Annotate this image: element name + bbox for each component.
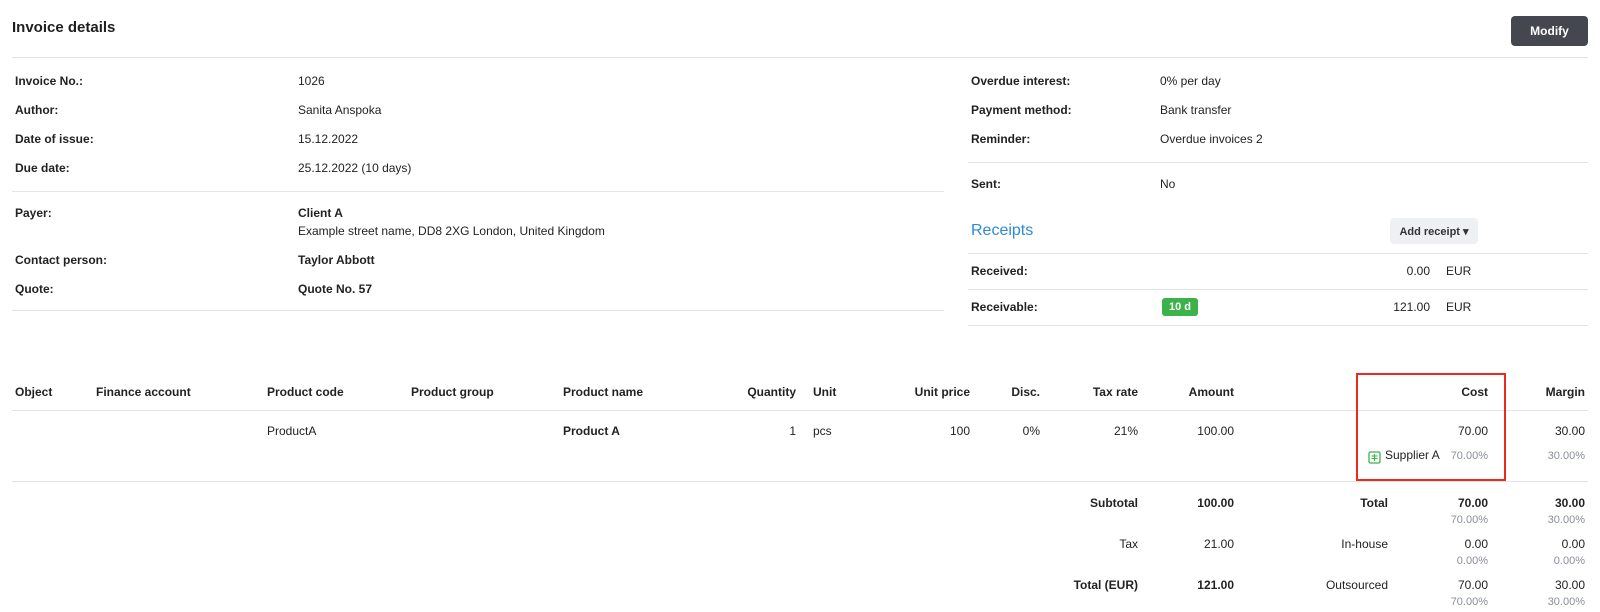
add-receipt-button[interactable]: Add receipt ▾: [1390, 218, 1478, 244]
margin-total-value: 30.00: [1554, 496, 1585, 510]
col-header-unit-price[interactable]: Unit price: [880, 385, 970, 399]
payer-name: Client A: [298, 206, 343, 220]
margin-outsourced-value: 30.00: [1554, 578, 1585, 592]
payment-method-label: Payment method:: [971, 103, 1072, 117]
row-margin: 30.00: [1554, 424, 1585, 438]
author-label: Author:: [15, 103, 59, 117]
col-header-tax-rate[interactable]: Tax rate: [1058, 385, 1138, 399]
divider: [12, 57, 1588, 58]
contact-person-label: Contact person:: [15, 253, 108, 267]
payer-address: Example street name, DD8 2XG London, Uni…: [298, 224, 605, 238]
invoice-no-label: Invoice No.:: [15, 74, 84, 88]
divider: [968, 325, 1588, 326]
sent-label: Sent:: [971, 177, 1001, 191]
divider: [968, 289, 1588, 290]
receivable-amount: 121.00: [1393, 300, 1430, 314]
received-currency: EUR: [1446, 264, 1472, 278]
contact-person-value: Taylor Abbott: [298, 253, 375, 267]
cost-outsourced-pct: 70.00%: [1450, 596, 1488, 608]
margin-total-pct: 30.00%: [1547, 514, 1585, 526]
sent-value: No: [1160, 177, 1176, 191]
cost-total-pct: 70.00%: [1450, 514, 1488, 526]
margin-inhouse-value: 0.00: [1561, 537, 1585, 551]
cost-outsourced-value: 70.00: [1457, 578, 1488, 592]
divider: [12, 310, 944, 311]
col-header-product-code[interactable]: Product code: [267, 385, 344, 399]
due-date-value: 25.12.2022 (10 days): [298, 161, 412, 175]
modify-button[interactable]: Modify: [1511, 16, 1588, 46]
col-header-disc[interactable]: Disc.: [990, 385, 1040, 399]
quote-value: Quote No. 57: [298, 282, 373, 296]
receipts-title: Receipts: [971, 222, 1034, 239]
overdue-interest-label: Overdue interest:: [971, 74, 1071, 88]
cost-column-highlight: [1356, 373, 1506, 481]
receivable-label: Receivable:: [971, 300, 1038, 314]
days-badge: 10 d: [1162, 298, 1198, 316]
divider: [12, 191, 944, 192]
invoice-no-value: 1026: [298, 74, 325, 88]
author-value: Sanita Anspoka: [298, 103, 382, 117]
cost-total-value: 70.00: [1457, 496, 1488, 510]
row-unit-price: 100: [949, 424, 970, 438]
tax-label: Tax: [1119, 537, 1138, 551]
row-product-code: ProductA: [267, 424, 317, 438]
cost-inhouse-value: 0.00: [1464, 537, 1488, 551]
cost-inhouse-label: In-house: [1341, 537, 1388, 551]
date-of-issue-value: 15.12.2022: [298, 132, 359, 146]
row-tax-rate: 21%: [1113, 424, 1138, 438]
margin-inhouse-pct: 0.00%: [1553, 555, 1585, 567]
subtotal-label: Subtotal: [1090, 496, 1138, 510]
col-header-product-group[interactable]: Product group: [411, 385, 494, 399]
quote-label: Quote:: [15, 282, 54, 296]
row-disc: 0%: [1022, 424, 1040, 438]
date-of-issue-label: Date of issue:: [15, 132, 94, 146]
payer-label: Payer:: [15, 206, 52, 220]
divider: [12, 410, 1588, 411]
col-header-product-name[interactable]: Product name: [563, 385, 643, 399]
reminder-value: Overdue invoices 2: [1160, 132, 1263, 146]
received-label: Received:: [971, 264, 1028, 278]
divider: [968, 162, 1588, 163]
cost-outsourced-label: Outsourced: [1325, 578, 1388, 592]
payment-method-value: Bank transfer: [1160, 103, 1232, 117]
divider: [12, 481, 1588, 482]
row-amount: 100.00: [1197, 424, 1234, 438]
divider: [968, 253, 1588, 254]
page-title: Invoice details: [12, 19, 116, 36]
cost-inhouse-pct: 0.00%: [1456, 555, 1488, 567]
col-header-amount[interactable]: Amount: [1150, 385, 1234, 399]
margin-outsourced-pct: 30.00%: [1547, 596, 1585, 608]
receivable-currency: EUR: [1446, 300, 1472, 314]
col-header-margin[interactable]: Margin: [1510, 385, 1585, 399]
col-header-quantity[interactable]: Quantity: [716, 385, 796, 399]
row-margin-pct: 30.00%: [1547, 450, 1585, 462]
row-unit: pcs: [813, 424, 832, 438]
reminder-label: Reminder:: [971, 132, 1031, 146]
total-label: Total (EUR): [1073, 578, 1138, 592]
cost-total-label: Total: [1360, 496, 1388, 510]
col-header-unit[interactable]: Unit: [813, 385, 836, 399]
tax-value: 21.00: [1203, 537, 1234, 551]
total-value: 121.00: [1197, 578, 1234, 592]
row-product-name[interactable]: Product A: [563, 424, 620, 438]
col-header-finance-account[interactable]: Finance account: [96, 385, 191, 399]
due-date-label: Due date:: [15, 161, 70, 175]
col-header-object[interactable]: Object: [15, 385, 52, 399]
subtotal-value: 100.00: [1197, 496, 1234, 510]
received-amount: 0.00: [1406, 264, 1430, 278]
row-quantity: 1: [789, 424, 796, 438]
overdue-interest-value: 0% per day: [1160, 74, 1221, 88]
